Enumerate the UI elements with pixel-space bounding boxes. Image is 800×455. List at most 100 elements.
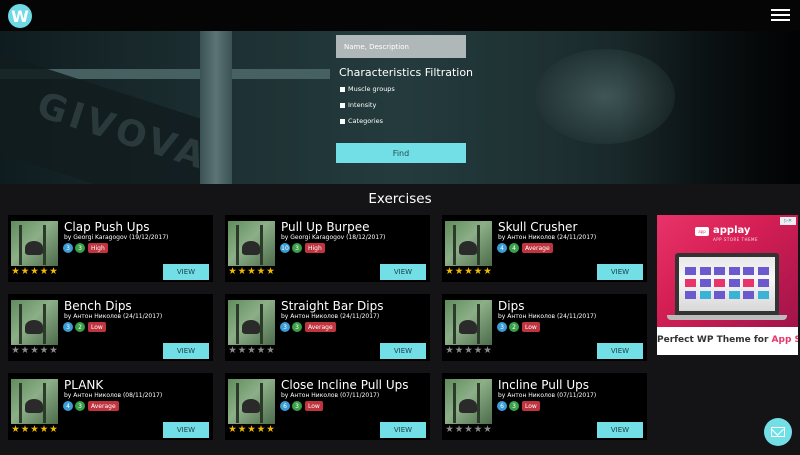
count-badge: 3 — [497, 322, 507, 332]
ad-text-prefix: Perfect WP Theme — [657, 335, 754, 345]
star-icon[interactable]: ★ — [40, 346, 49, 356]
checkbox-icon[interactable] — [340, 102, 345, 108]
star-icon[interactable]: ★ — [483, 267, 492, 277]
star-icon[interactable]: ★ — [464, 425, 473, 435]
star-icon[interactable]: ★ — [464, 267, 473, 277]
star-icon[interactable]: ★ — [474, 425, 483, 435]
exercise-badges: 3 3 High — [63, 243, 108, 253]
star-icon[interactable]: ★ — [30, 267, 39, 277]
exercise-thumbnail[interactable] — [228, 221, 275, 266]
view-button[interactable]: VIEW — [380, 343, 426, 359]
star-icon[interactable]: ★ — [455, 267, 464, 277]
checkbox-icon[interactable] — [340, 86, 345, 92]
star-icon[interactable]: ★ — [247, 346, 256, 356]
star-icon[interactable]: ★ — [49, 267, 58, 277]
star-icon[interactable]: ★ — [228, 425, 237, 435]
search-input[interactable]: Name, Description — [336, 35, 466, 58]
exercise-title[interactable]: Skull Crusher — [498, 220, 577, 234]
star-icon[interactable]: ★ — [40, 267, 49, 277]
exercise-card: Incline Pull Ups by Антон Николов (07/11/… — [442, 373, 647, 440]
star-icon[interactable]: ★ — [11, 346, 20, 356]
star-icon[interactable]: ★ — [238, 346, 247, 356]
exercise-badges: 6 3 Low — [280, 401, 323, 411]
exercise-thumbnail[interactable] — [445, 300, 492, 345]
star-icon[interactable]: ★ — [30, 346, 39, 356]
star-icon[interactable]: ★ — [40, 425, 49, 435]
view-button[interactable]: VIEW — [597, 422, 643, 438]
star-icon[interactable]: ★ — [474, 346, 483, 356]
star-icon[interactable]: ★ — [483, 346, 492, 356]
filter-option-intensity[interactable]: Intensity — [340, 101, 376, 109]
star-icon[interactable]: ★ — [11, 425, 20, 435]
star-icon[interactable]: ★ — [238, 425, 247, 435]
star-icon[interactable]: ★ — [247, 425, 256, 435]
view-button[interactable]: VIEW — [380, 264, 426, 280]
ad-text-highlight: App Store — [771, 335, 798, 345]
intensity-badge: Average — [88, 401, 119, 411]
star-icon[interactable]: ★ — [266, 425, 275, 435]
rating-stars: ★ ★ ★ ★ ★ — [445, 267, 493, 277]
logo-icon[interactable]: W — [8, 4, 32, 28]
star-icon[interactable]: ★ — [21, 425, 30, 435]
exercise-title[interactable]: Pull Up Burpee — [281, 220, 369, 234]
filter-option-categories[interactable]: Categories — [340, 117, 383, 125]
star-icon[interactable]: ★ — [21, 267, 30, 277]
find-button[interactable]: Find — [336, 143, 466, 163]
count-badge: 6 — [497, 401, 507, 411]
exercise-title[interactable]: PLANK — [64, 378, 103, 392]
rating-stars: ★ ★ ★ ★ ★ — [228, 425, 276, 435]
star-icon[interactable]: ★ — [228, 267, 237, 277]
star-icon[interactable]: ★ — [247, 267, 256, 277]
exercise-title[interactable]: Close Incline Pull Ups — [281, 378, 408, 392]
exercise-thumbnail[interactable] — [11, 221, 58, 266]
star-icon[interactable]: ★ — [464, 346, 473, 356]
exercise-title[interactable]: Dips — [498, 299, 524, 313]
filter-option-muscle-groups[interactable]: Muscle groups — [340, 85, 395, 93]
star-icon[interactable]: ★ — [21, 346, 30, 356]
exercise-thumbnail[interactable] — [445, 379, 492, 424]
exercise-author: by Антон Николов (24/11/2017) — [64, 313, 163, 320]
exercise-thumbnail[interactable] — [445, 221, 492, 266]
view-button[interactable]: VIEW — [380, 422, 426, 438]
view-button[interactable]: VIEW — [597, 264, 643, 280]
star-icon[interactable]: ★ — [445, 425, 454, 435]
exercise-title[interactable]: Incline Pull Ups — [498, 378, 589, 392]
mail-button[interactable] — [764, 418, 792, 446]
star-icon[interactable]: ★ — [445, 267, 454, 277]
hamburger-icon[interactable] — [771, 9, 790, 22]
exercise-title[interactable]: Bench Dips — [64, 299, 132, 313]
checkbox-icon[interactable] — [340, 118, 345, 124]
star-icon[interactable]: ★ — [474, 267, 483, 277]
exercise-thumbnail[interactable] — [11, 300, 58, 345]
star-icon[interactable]: ★ — [266, 267, 275, 277]
view-button[interactable]: VIEW — [597, 343, 643, 359]
star-icon[interactable]: ★ — [257, 346, 266, 356]
star-icon[interactable]: ★ — [238, 267, 247, 277]
star-icon[interactable]: ★ — [455, 346, 464, 356]
star-icon[interactable]: ★ — [483, 425, 492, 435]
exercise-thumbnail[interactable] — [11, 379, 58, 424]
ad-laptop-image — [667, 253, 787, 320]
exercise-thumbnail[interactable] — [228, 379, 275, 424]
star-icon[interactable]: ★ — [11, 267, 20, 277]
exercise-card: Close Incline Pull Ups by Антон Николов (… — [225, 373, 430, 440]
advertisement[interactable]: ▷✕ app applay APP STORE THEME Perfect WP… — [657, 215, 798, 355]
view-button[interactable]: VIEW — [163, 422, 209, 438]
star-icon[interactable]: ★ — [257, 425, 266, 435]
exercise-title[interactable]: Clap Push Ups — [64, 220, 149, 234]
star-icon[interactable]: ★ — [257, 267, 266, 277]
exercise-thumbnail[interactable] — [228, 300, 275, 345]
star-icon[interactable]: ★ — [445, 346, 454, 356]
view-button[interactable]: VIEW — [163, 264, 209, 280]
star-icon[interactable]: ★ — [455, 425, 464, 435]
star-icon[interactable]: ★ — [30, 425, 39, 435]
star-icon[interactable]: ★ — [49, 425, 58, 435]
ad-choices-icon[interactable]: ▷✕ — [780, 217, 796, 225]
star-icon[interactable]: ★ — [228, 346, 237, 356]
ad-brand-sub: APP STORE THEME — [713, 237, 758, 242]
star-icon[interactable]: ★ — [266, 346, 275, 356]
exercise-title[interactable]: Straight Bar Dips — [281, 299, 383, 313]
view-button[interactable]: VIEW — [163, 343, 209, 359]
exercise-author: by Антон Николов (07/11/2017) — [498, 392, 597, 399]
star-icon[interactable]: ★ — [49, 346, 58, 356]
